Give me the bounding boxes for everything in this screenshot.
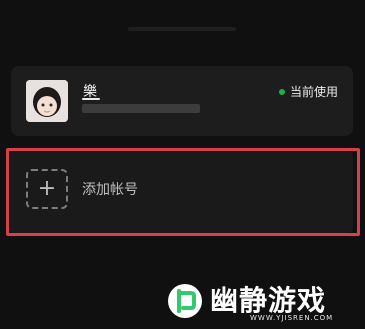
current-status-label: 当前使用 <box>289 85 338 99</box>
active-dot-icon <box>278 88 285 95</box>
watermark: 幽静游戏 WWW.YJISREN.COM <box>166 280 356 326</box>
avatar <box>26 80 68 122</box>
name-underline <box>82 98 100 100</box>
brand-logo-icon <box>168 284 202 318</box>
selection-highlight <box>6 148 360 236</box>
account-subtitle-redacted <box>82 104 200 113</box>
sheet-handle <box>128 27 236 31</box>
current-status: 当前使用 <box>278 83 338 100</box>
watermark-brand: 幽静游戏 <box>210 284 327 317</box>
current-account-card[interactable]: 樂 当前使用 <box>11 66 353 136</box>
watermark-url: WWW.YJISREN.COM <box>250 314 334 322</box>
